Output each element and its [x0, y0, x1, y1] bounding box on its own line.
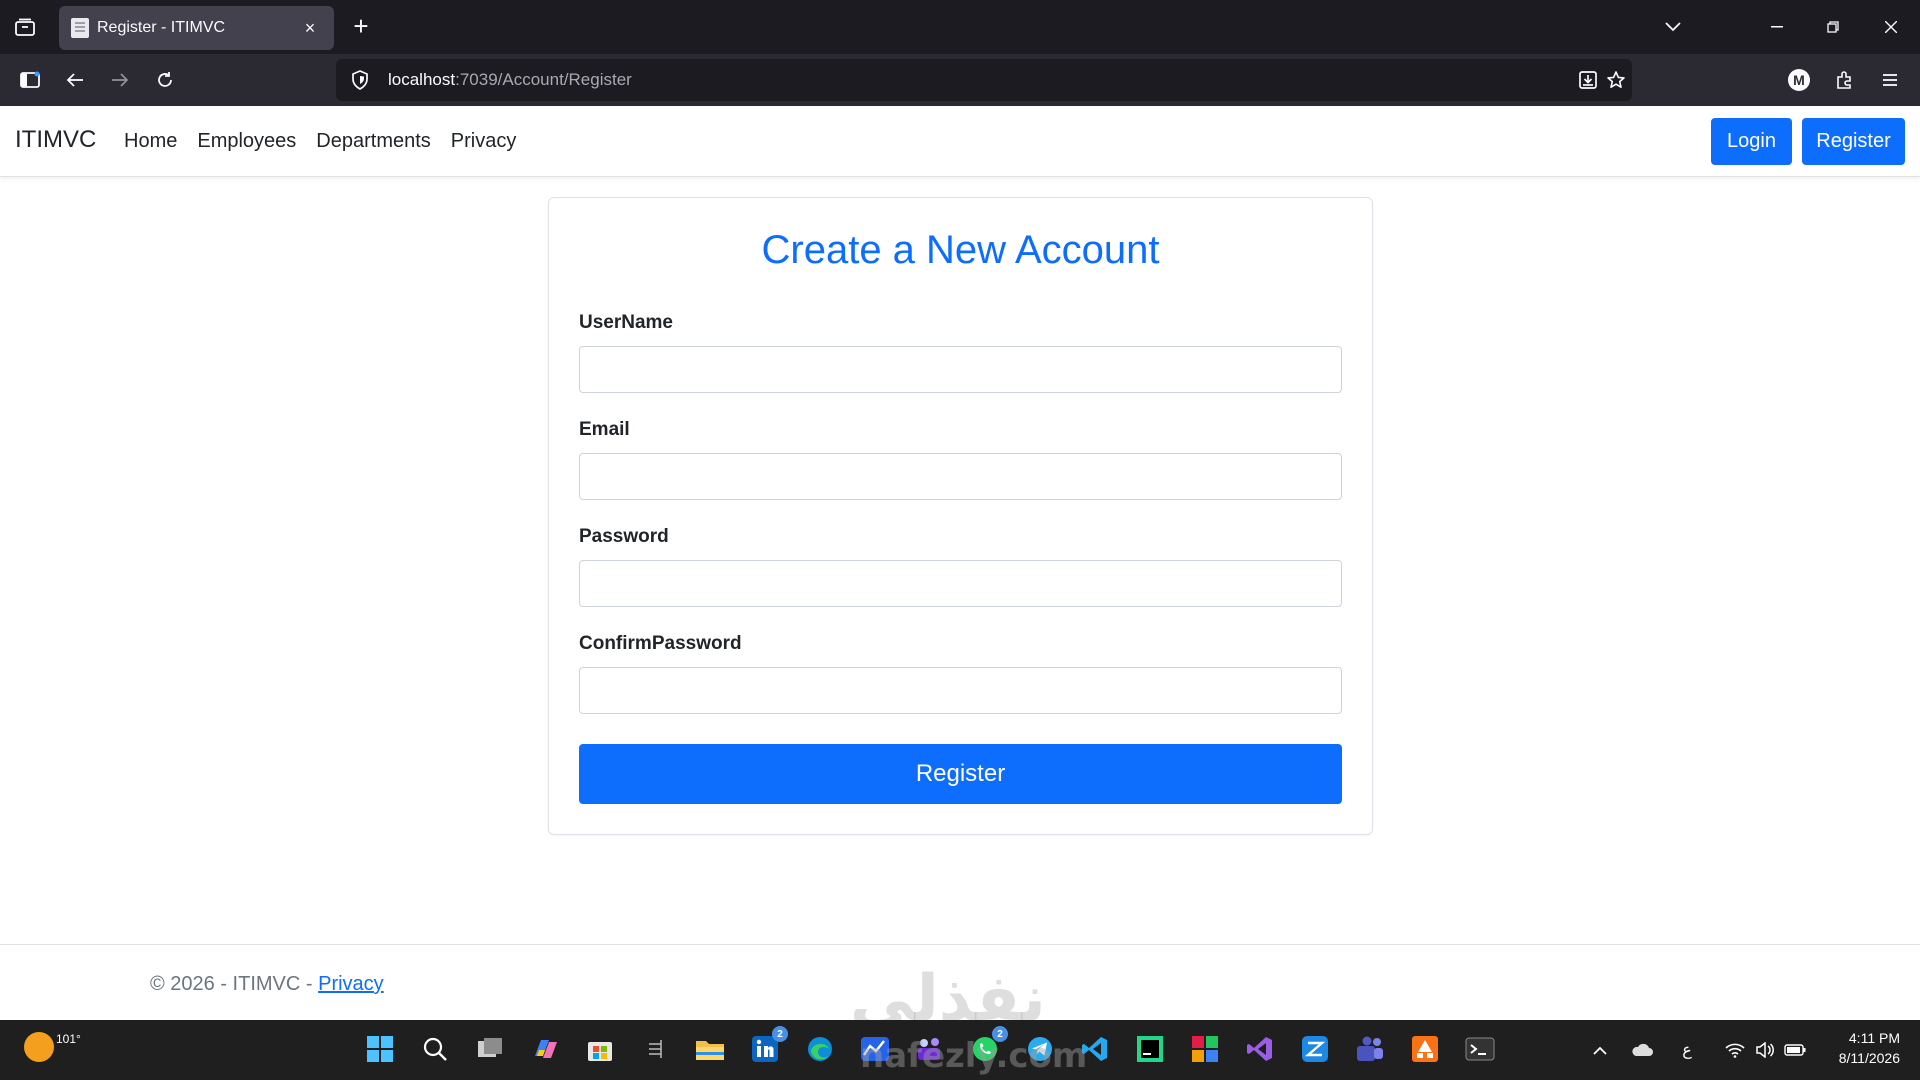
- weather-temperature: 101°: [56, 1032, 81, 1046]
- page-favicon-icon: [71, 18, 89, 38]
- login-button[interactable]: Login: [1711, 118, 1792, 165]
- back-arrow-icon[interactable]: [61, 66, 89, 94]
- start-windows-icon[interactable]: [363, 1032, 397, 1066]
- email-label: Email: [579, 419, 630, 440]
- copyright-text: © 2026 - ITIMVC -: [150, 973, 319, 995]
- copilot-icon[interactable]: [528, 1032, 562, 1066]
- sidebar-toggle-icon[interactable]: [16, 66, 44, 94]
- nav-link-departments[interactable]: Departments: [316, 130, 431, 153]
- search-icon[interactable]: [418, 1032, 452, 1066]
- restore-window-icon[interactable]: [1818, 12, 1848, 42]
- tab-overview-icon[interactable]: [12, 14, 38, 40]
- site-navbar: ITIMVC Home Employees Departments Privac…: [0, 106, 1920, 177]
- terminal-icon[interactable]: [1463, 1032, 1497, 1066]
- bookmark-star-icon[interactable]: [1602, 66, 1630, 94]
- onedrive-cloud-icon[interactable]: [1630, 1038, 1654, 1062]
- azure-data-studio-icon[interactable]: [1298, 1032, 1332, 1066]
- register-nav-button[interactable]: Register: [1802, 118, 1905, 165]
- close-tab-icon[interactable]: ×: [298, 16, 322, 40]
- extensions-puzzle-icon[interactable]: [1831, 66, 1859, 94]
- register-card: Create a New Account UserName Email Pass…: [548, 197, 1373, 835]
- notepad-icon[interactable]: [638, 1032, 672, 1066]
- file-explorer-icon[interactable]: [693, 1032, 727, 1066]
- site-brand[interactable]: ITIMVC: [15, 126, 96, 154]
- footer-text: © 2026 - ITIMVC - Privacy: [150, 973, 384, 996]
- tracking-protection-shield-icon[interactable]: [346, 66, 374, 94]
- teams-icon[interactable]: [1353, 1032, 1387, 1066]
- hamburger-menu-icon[interactable]: [1876, 66, 1904, 94]
- tab-title: Register - ITIMVC: [97, 19, 226, 36]
- password-input[interactable]: [579, 560, 1342, 607]
- username-input[interactable]: [579, 346, 1342, 393]
- task-view-icon[interactable]: [473, 1032, 507, 1066]
- battery-icon[interactable]: [1783, 1038, 1807, 1062]
- chevron-down-icon[interactable]: [1660, 14, 1686, 40]
- watermark-latin: nafezly.com: [860, 1036, 1088, 1076]
- account-avatar[interactable]: M: [1788, 69, 1810, 91]
- linkedin-notification-badge: 2: [772, 1026, 788, 1042]
- weather-widget[interactable]: 101°: [24, 1032, 81, 1062]
- weather-sun-icon: [24, 1032, 54, 1062]
- microsoft-store-icon[interactable]: [583, 1032, 617, 1066]
- browser-tab-bar: Register - ITIMVC × +: [0, 0, 1920, 54]
- pycharm-icon[interactable]: [1133, 1032, 1167, 1066]
- volume-speaker-icon[interactable]: [1753, 1038, 1777, 1062]
- close-window-icon[interactable]: [1876, 12, 1906, 42]
- input-language-indicator[interactable]: ع: [1675, 1038, 1699, 1062]
- linkedin-icon[interactable]: 2: [748, 1026, 788, 1066]
- address-bar[interactable]: localhost:7039/Account/Register: [336, 59, 1632, 101]
- minimize-window-icon[interactable]: [1762, 12, 1792, 42]
- url-host: localhost: [388, 70, 456, 89]
- nav-link-privacy[interactable]: Privacy: [451, 130, 517, 153]
- clock-time: 4:11 PM: [1848, 1030, 1900, 1046]
- save-to-pocket-icon[interactable]: [1574, 66, 1602, 94]
- confirm-password-label: ConfirmPassword: [579, 633, 742, 654]
- colorful-grid-app-icon[interactable]: [1188, 1032, 1222, 1066]
- browser-toolbar: localhost:7039/Account/Register M: [0, 54, 1920, 106]
- page-title: Create a New Account: [761, 228, 1160, 272]
- username-label: UserName: [579, 312, 673, 333]
- forward-arrow-icon[interactable]: [106, 66, 134, 94]
- confirm-password-input[interactable]: [579, 667, 1342, 714]
- main-nav-links: Home Employees Departments Privacy: [124, 130, 516, 153]
- register-submit-button[interactable]: Register: [579, 744, 1342, 804]
- orange-app-icon[interactable]: [1408, 1032, 1442, 1066]
- email-input[interactable]: [579, 453, 1342, 500]
- visual-studio-icon[interactable]: [1243, 1032, 1277, 1066]
- wifi-icon[interactable]: [1723, 1038, 1747, 1062]
- edge-browser-icon[interactable]: [803, 1032, 837, 1066]
- clock-date: 8/11/2026: [1838, 1050, 1900, 1066]
- nav-link-employees[interactable]: Employees: [197, 130, 296, 153]
- new-tab-button[interactable]: +: [348, 13, 374, 40]
- footer-privacy-link[interactable]: Privacy: [318, 973, 384, 995]
- browser-tab-active[interactable]: Register - ITIMVC ×: [59, 6, 334, 50]
- system-clock[interactable]: 4:11 PM 8/11/2026: [1810, 1028, 1900, 1068]
- url-path: :7039/Account/Register: [455, 70, 632, 89]
- chevron-up-icon[interactable]: [1588, 1038, 1612, 1062]
- nav-link-home[interactable]: Home: [124, 130, 177, 153]
- password-label: Password: [579, 526, 669, 547]
- reload-icon[interactable]: [151, 66, 179, 94]
